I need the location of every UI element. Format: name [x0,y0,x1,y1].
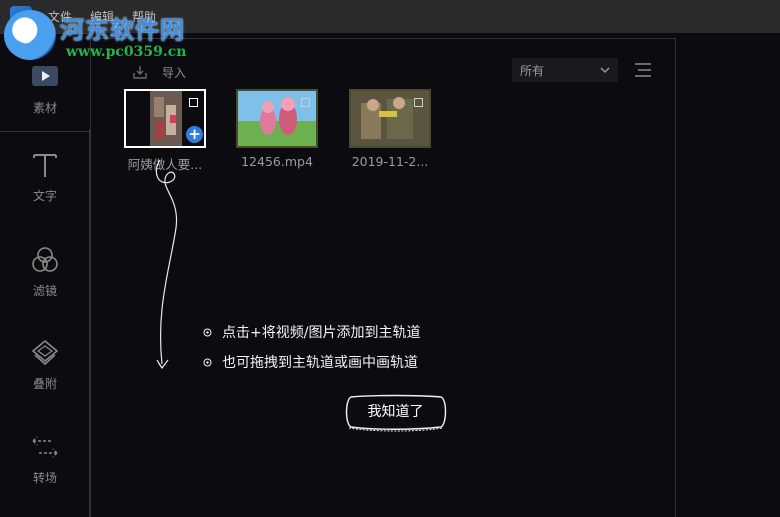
menu-bar: ▶ 文件 编辑 帮助 [0,0,780,33]
sidebar-item-label: 文字 [32,189,57,203]
add-to-track-button[interactable]: + [186,126,203,143]
media-item-name: 12456.mp4 [241,154,313,169]
overlay-layers-icon [31,339,59,366]
import-icon [133,66,147,79]
select-checkbox[interactable] [301,98,310,107]
guide-tip-text: 也可拖拽到主轨道或画中画轨道 [222,355,418,371]
sidebar-item-label: 转场 [32,471,57,485]
got-it-label: 我知道了 [367,404,424,420]
guide-tip: 点击+将视频/图片添加到主轨道 [203,322,420,342]
media-filter-select[interactable]: 所有 [512,58,618,82]
sidebar-item-label: 滤镜 [32,284,57,298]
sidebar-item-filter[interactable]: 滤镜 [0,246,90,316]
media-item-2[interactable] [236,89,318,148]
media-item-name: 2019-11-2... [351,154,429,169]
sidebar-item-overlay[interactable]: 叠附 [0,339,90,409]
import-button[interactable]: 导入 [132,63,186,81]
media-item-3[interactable] [349,89,431,148]
menu-edit[interactable]: 编辑 [90,8,114,25]
sidebar-item-label: 叠附 [32,377,57,391]
guide-tip-text: 点击+将视频/图片添加到主轨道 [222,325,421,341]
sidebar-item-text[interactable]: 文字 [0,151,90,221]
spiral-bullet-icon [203,358,212,366]
sidebar-item-transition[interactable]: 转场 [0,433,90,503]
menu-help[interactable]: 帮助 [132,8,156,25]
select-checkbox[interactable] [189,98,198,107]
guide-arrow-icon [155,159,178,370]
chevron-down-icon [600,67,610,73]
filter-circles-icon [32,247,58,272]
play-media-icon [32,66,58,86]
text-t-icon [33,154,57,177]
sidebar-item-media[interactable]: 素材 [0,63,90,133]
left-sidebar: 素材 文字 滤镜 叠附 转场 [0,33,90,517]
sidebar-item-label: 素材 [32,101,57,115]
spiral-bullet-icon [203,328,212,336]
right-pane [677,33,780,517]
menu-file[interactable]: 文件 [48,8,72,25]
app-logo-icon: ▶ [10,5,32,28]
select-checkbox[interactable] [414,98,423,107]
guide-tip: 也可拖拽到主轨道或画中画轨道 [203,352,418,372]
import-label: 导入 [162,65,187,80]
got-it-button[interactable]: 我知道了 [343,394,448,432]
filter-value: 所有 [520,63,545,78]
list-view-icon[interactable] [634,62,652,78]
transition-arrows-icon [32,436,58,458]
